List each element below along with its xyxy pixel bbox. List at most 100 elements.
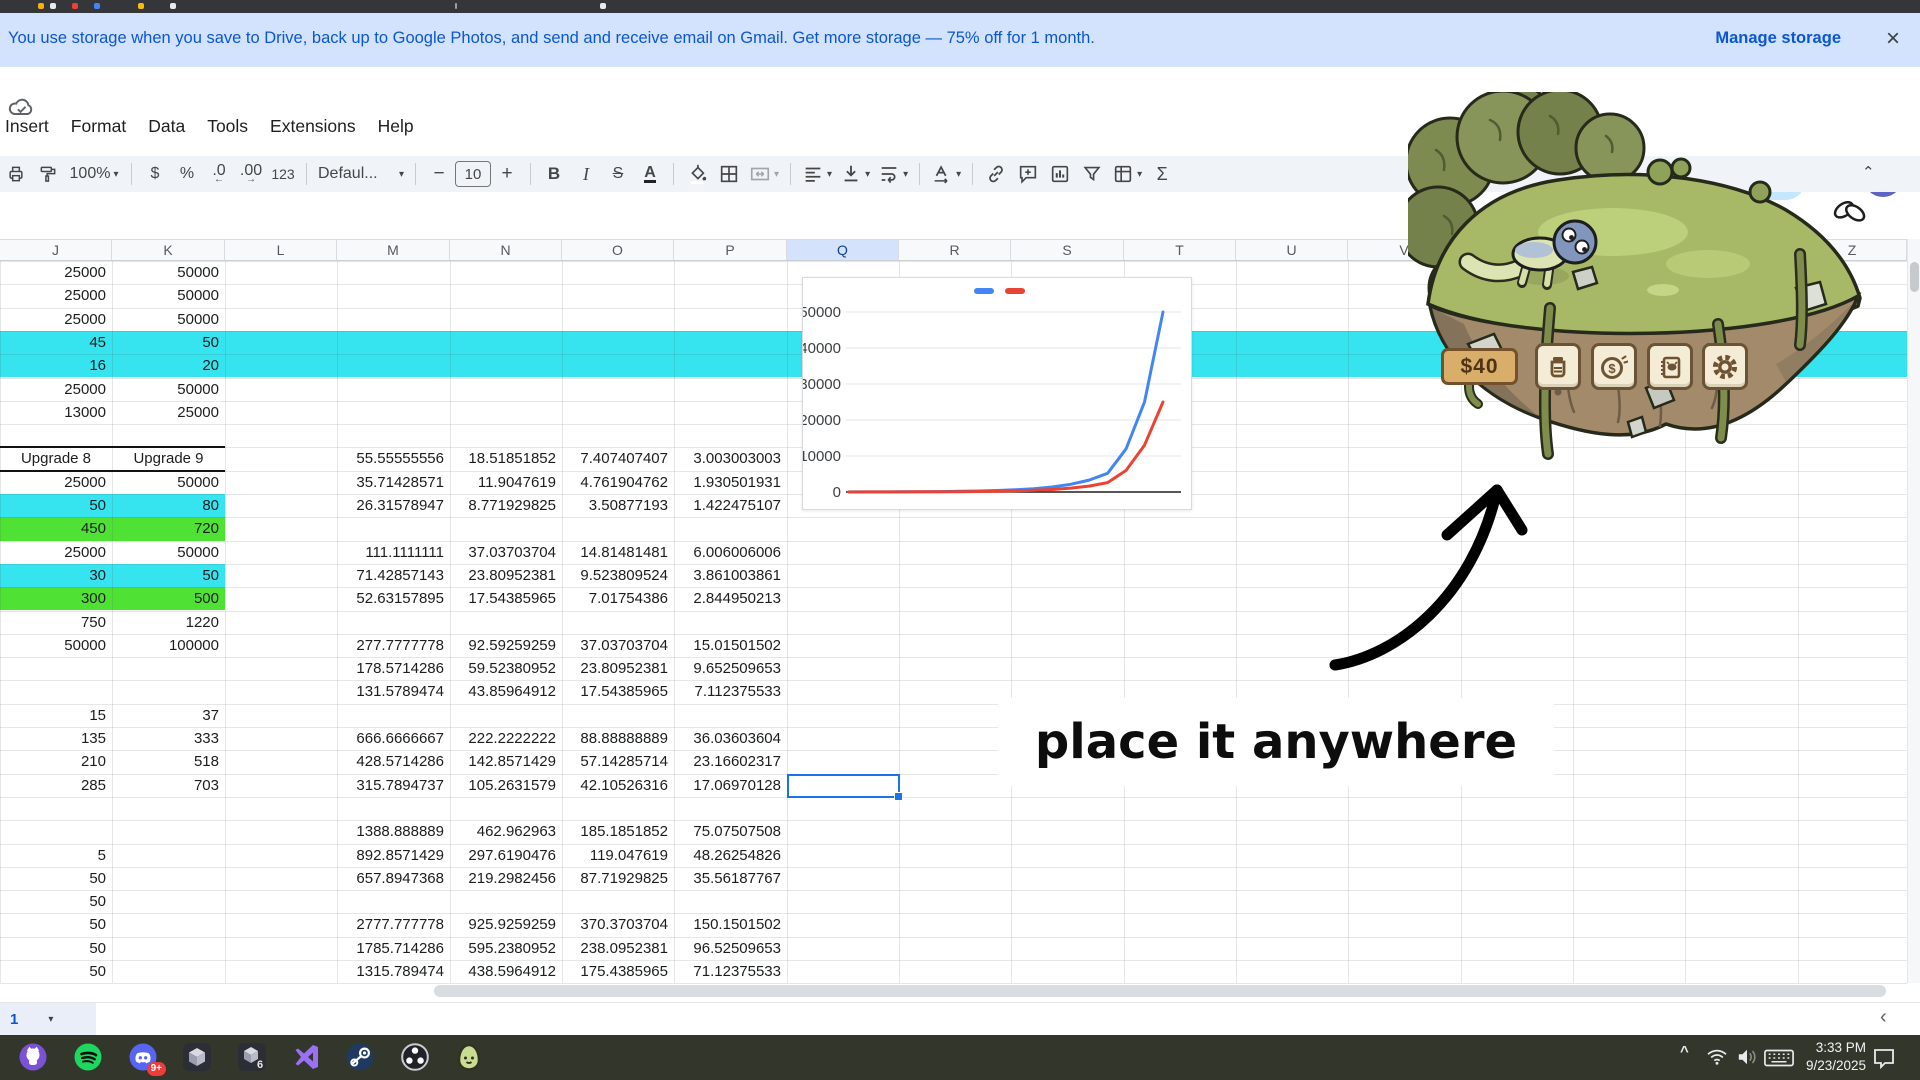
cell-N11[interactable]: 8.771929825 — [451, 494, 561, 517]
font-select[interactable]: Defaul...▾ — [318, 159, 404, 189]
cell-M21[interactable]: 666.6666667 — [338, 727, 449, 750]
cell-N14[interactable]: 23.80952381 — [451, 564, 561, 587]
cell-J10[interactable]: 25000 — [1, 471, 111, 494]
cell-J4[interactable]: 45 — [1, 331, 111, 354]
cell-K1[interactable]: 50000 — [113, 261, 224, 284]
cell-P11[interactable]: 1.422475107 — [675, 494, 786, 517]
column-header-K[interactable]: K — [112, 239, 225, 261]
wifi-icon[interactable] — [1706, 1048, 1728, 1066]
increase-decimal-button[interactable]: .00→ — [239, 159, 263, 189]
cell-M27[interactable]: 657.8947368 — [338, 867, 449, 890]
game-button-critter-journal[interactable] — [1647, 343, 1693, 390]
vertical-scrollbar[interactable] — [1907, 239, 1920, 983]
cell-N10[interactable]: 11.9047619 — [451, 471, 561, 494]
taskbar-app-github[interactable] — [16, 1042, 50, 1072]
cell-O31[interactable]: 175.4385965 — [563, 960, 673, 983]
cell-N30[interactable]: 595.2380952 — [451, 937, 561, 960]
cell-O11[interactable]: 3.50877193 — [563, 494, 673, 517]
cell-O19[interactable]: 17.54385965 — [563, 680, 673, 703]
banner-close-icon[interactable]: × — [1886, 25, 1900, 53]
zoom-select[interactable]: 100%▾ — [68, 159, 120, 189]
menu-insert[interactable]: Insert — [2, 114, 52, 139]
cell-K9[interactable]: Upgrade 9 — [113, 447, 224, 470]
tray-hidden-icons-chevron[interactable]: ^ — [1680, 1043, 1689, 1060]
cell-J17[interactable]: 50000 — [1, 634, 111, 657]
cell-J7[interactable]: 13000 — [1, 401, 111, 424]
menu-format[interactable]: Format — [68, 114, 129, 139]
functions-button[interactable]: Σ — [1150, 159, 1174, 189]
cell-P27[interactable]: 35.56187767 — [675, 867, 786, 890]
cell-O21[interactable]: 88.88888889 — [563, 727, 673, 750]
cell-N22[interactable]: 142.8571429 — [451, 750, 561, 773]
game-button-money-coin[interactable]: $ — [1591, 343, 1637, 390]
cell-N21[interactable]: 222.2222222 — [451, 727, 561, 750]
column-header-J[interactable]: J — [0, 239, 112, 261]
horizontal-scrollbar-thumb[interactable] — [434, 985, 1886, 997]
cell-P26[interactable]: 48.26254826 — [675, 844, 786, 867]
cell-N23[interactable]: 105.2631579 — [451, 774, 561, 797]
cell-M31[interactable]: 1315.789474 — [338, 960, 449, 983]
cell-K6[interactable]: 50000 — [113, 378, 224, 401]
insert-comment-icon[interactable] — [1016, 159, 1040, 189]
cell-O15[interactable]: 7.01754386 — [563, 587, 673, 610]
insert-link-icon[interactable] — [984, 159, 1008, 189]
game-button-storage-jar[interactable] — [1535, 343, 1581, 390]
cell-K16[interactable]: 1220 — [113, 611, 224, 634]
cell-N17[interactable]: 92.59259259 — [451, 634, 561, 657]
cell-P30[interactable]: 96.52509653 — [675, 937, 786, 960]
cell-J26[interactable]: 5 — [1, 844, 111, 867]
column-header-S[interactable]: S — [1011, 239, 1124, 261]
cell-N13[interactable]: 37.03703704 — [451, 541, 561, 564]
cell-P14[interactable]: 3.861003861 — [675, 564, 786, 587]
cell-J1[interactable]: 25000 — [1, 261, 111, 284]
touch-keyboard-icon[interactable] — [1764, 1049, 1794, 1067]
paint-format-icon[interactable] — [36, 159, 60, 189]
text-color-button[interactable]: A — [644, 165, 656, 183]
cell-M22[interactable]: 428.5714286 — [338, 750, 449, 773]
cell-J12[interactable]: 450 — [1, 517, 111, 540]
cell-O27[interactable]: 87.71929825 — [563, 867, 673, 890]
cell-J21[interactable]: 135 — [1, 727, 111, 750]
cell-M13[interactable]: 111.1111111 — [338, 541, 449, 564]
cell-J5[interactable]: 16 — [1, 354, 111, 377]
taskbar-app-steam[interactable] — [343, 1042, 377, 1072]
cell-P17[interactable]: 15.01501502 — [675, 634, 786, 657]
fill-color-icon[interactable] — [685, 159, 709, 189]
cell-J31[interactable]: 50 — [1, 960, 111, 983]
cell-J6[interactable]: 25000 — [1, 378, 111, 401]
cell-O22[interactable]: 57.14285714 — [563, 750, 673, 773]
merge-cells-icon[interactable]: ▾ — [749, 159, 779, 189]
column-header-M[interactable]: M — [337, 239, 450, 261]
column-header-L[interactable]: L — [225, 239, 337, 261]
format-percent-button[interactable]: % — [175, 159, 199, 189]
cell-P9[interactable]: 3.003003003 — [675, 447, 786, 470]
taskbar-app-unity-6[interactable]: 6 — [235, 1042, 269, 1072]
cell-O25[interactable]: 185.1851852 — [563, 820, 673, 843]
create-filter-icon[interactable] — [1080, 159, 1104, 189]
table-tools-icon[interactable]: ▾ — [1112, 159, 1142, 189]
strikethrough-button[interactable]: S — [606, 159, 630, 189]
cell-O13[interactable]: 14.81481481 — [563, 541, 673, 564]
column-header-P[interactable]: P — [674, 239, 787, 261]
cell-K4[interactable]: 50 — [113, 331, 224, 354]
cell-K15[interactable]: 500 — [113, 587, 224, 610]
volume-icon[interactable] — [1736, 1047, 1758, 1067]
cell-O9[interactable]: 7.407407407 — [563, 447, 673, 470]
cell-P21[interactable]: 36.03603604 — [675, 727, 786, 750]
menu-extensions[interactable]: Extensions — [267, 114, 359, 139]
vertical-align-icon[interactable]: ▾ — [840, 159, 870, 189]
cell-M25[interactable]: 1388.888889 — [338, 820, 449, 843]
cell-P29[interactable]: 150.1501502 — [675, 913, 786, 936]
cell-N31[interactable]: 438.5964912 — [451, 960, 561, 983]
column-header-T[interactable]: T — [1124, 239, 1236, 261]
cell-J29[interactable]: 50 — [1, 913, 111, 936]
horizontal-align-icon[interactable]: ▾ — [802, 159, 832, 189]
cell-K20[interactable]: 37 — [113, 704, 224, 727]
cell-N27[interactable]: 219.2982456 — [451, 867, 561, 890]
cell-J14[interactable]: 30 — [1, 564, 111, 587]
cell-N29[interactable]: 925.9259259 — [451, 913, 561, 936]
taskbar-app-discord[interactable]: 9+ — [126, 1042, 160, 1072]
cell-N25[interactable]: 462.962963 — [451, 820, 561, 843]
column-header-Q[interactable]: Q — [787, 239, 899, 261]
manage-storage-link[interactable]: Manage storage — [1715, 29, 1841, 48]
